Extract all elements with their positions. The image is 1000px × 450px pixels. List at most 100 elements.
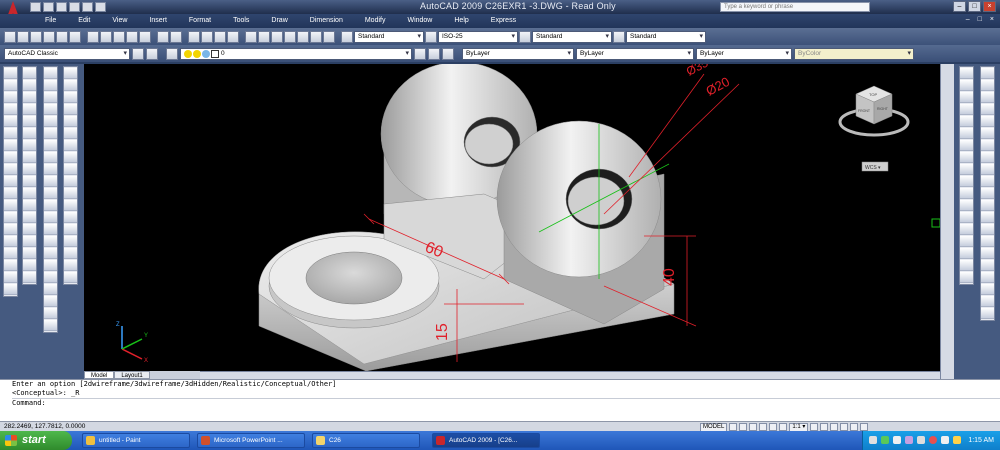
zoom-status-icon[interactable] — [759, 423, 768, 431]
snap-none-icon[interactable] — [981, 224, 994, 235]
steering-wheel-icon[interactable] — [769, 423, 778, 431]
tray-heart-icon[interactable] — [929, 436, 937, 444]
arc-icon[interactable] — [4, 128, 17, 139]
chamfer-icon[interactable] — [23, 224, 36, 235]
explode-icon[interactable] — [23, 248, 36, 259]
planar-surface-icon[interactable] — [44, 176, 57, 187]
box-icon[interactable] — [44, 80, 57, 91]
menu-dimension[interactable]: Dimension — [299, 14, 354, 28]
osnap-settings-icon[interactable] — [981, 236, 994, 247]
command-prompt[interactable]: Command: — [12, 398, 1000, 408]
break-icon[interactable] — [23, 200, 36, 211]
erase-icon[interactable] — [23, 68, 36, 79]
paste-icon[interactable] — [113, 30, 125, 43]
extend-icon[interactable] — [23, 188, 36, 199]
menu-draw[interactable]: Draw — [260, 14, 298, 28]
render-icon[interactable] — [981, 248, 994, 259]
diameter-icon[interactable] — [960, 140, 973, 151]
doc-minimize-button[interactable]: – — [966, 16, 970, 23]
snap-node-icon[interactable] — [981, 200, 994, 211]
drawing-viewport[interactable]: Ø35 Ø20 60 40 15 X Y Z TOP FRONT RIGHT W… — [84, 64, 940, 371]
tray-display-icon[interactable] — [941, 436, 949, 444]
polygon-icon[interactable] — [4, 104, 17, 115]
offset-icon[interactable] — [23, 104, 36, 115]
align-icon[interactable] — [23, 272, 36, 283]
union-icon[interactable] — [44, 248, 57, 259]
auto-scale-icon[interactable] — [820, 423, 829, 431]
spline-icon[interactable] — [4, 164, 17, 175]
status-menu-icon[interactable] — [850, 423, 859, 431]
ellipse-icon[interactable] — [4, 176, 17, 187]
tray-security-icon[interactable] — [881, 436, 889, 444]
se-iso-icon[interactable] — [64, 152, 77, 163]
extrude-icon[interactable] — [44, 188, 57, 199]
zoom-realtime-icon[interactable] — [201, 30, 213, 43]
tab-layout1[interactable]: Layout1 — [114, 371, 150, 379]
intersect-icon[interactable] — [44, 272, 57, 283]
menu-edit[interactable]: Edit — [67, 14, 101, 28]
mirror-icon[interactable] — [23, 92, 36, 103]
task-folder[interactable]: C26 — [312, 433, 420, 448]
region-icon[interactable] — [4, 260, 17, 271]
fillet-icon[interactable] — [23, 236, 36, 247]
radius-icon[interactable] — [960, 116, 973, 127]
lights-icon[interactable] — [981, 272, 994, 283]
ellipse-arc-icon[interactable] — [4, 188, 17, 199]
break-dim-icon[interactable] — [960, 212, 973, 223]
menu-help[interactable]: Help — [443, 14, 479, 28]
pan-status-icon[interactable] — [749, 423, 758, 431]
snap-quadrant-icon[interactable] — [981, 140, 994, 151]
orbit-icon[interactable] — [64, 200, 77, 211]
task-powerpoint[interactable]: Microsoft PowerPoint ... — [197, 433, 305, 448]
quickcalc-icon[interactable] — [310, 30, 322, 43]
scale-icon[interactable] — [23, 152, 36, 163]
layer-properties-icon[interactable] — [166, 47, 178, 60]
print-icon[interactable] — [43, 30, 55, 43]
front-view-icon[interactable] — [64, 116, 77, 127]
redo-tool-icon[interactable] — [170, 30, 182, 43]
viewcube[interactable]: TOP FRONT RIGHT WCS ▾ — [838, 85, 910, 172]
aligned-dim-icon[interactable] — [960, 80, 973, 91]
undo-tool-icon[interactable] — [157, 30, 169, 43]
arc-length-icon[interactable] — [960, 92, 973, 103]
lengthen-icon[interactable] — [23, 260, 36, 271]
join-icon[interactable] — [23, 212, 36, 223]
minimize-button[interactable]: – — [953, 1, 966, 12]
copy-icon[interactable] — [100, 30, 112, 43]
table-icon[interactable] — [4, 272, 17, 283]
tray-device-icon[interactable] — [917, 436, 925, 444]
sweep-icon[interactable] — [44, 212, 57, 223]
linear-dim-icon[interactable] — [960, 68, 973, 79]
tray-alert-icon[interactable] — [953, 436, 961, 444]
snap-midpoint-icon[interactable] — [981, 80, 994, 91]
polysolid-icon[interactable] — [44, 68, 57, 79]
distance-icon[interactable] — [64, 260, 77, 271]
stretch-icon[interactable] — [23, 164, 36, 175]
swivel-icon[interactable] — [64, 248, 77, 259]
trim-icon[interactable] — [23, 176, 36, 187]
snap-extension-icon[interactable] — [981, 116, 994, 127]
mtext-icon[interactable] — [4, 284, 17, 295]
insert-block-icon[interactable] — [4, 200, 17, 211]
snap-tangent-icon[interactable] — [981, 152, 994, 163]
match-properties-icon[interactable] — [126, 30, 138, 43]
presspull-icon[interactable] — [44, 200, 57, 211]
snap-intersection-icon[interactable] — [981, 92, 994, 103]
bottom-view-icon[interactable] — [64, 80, 77, 91]
task-autocad[interactable]: AutoCAD 2009 - [C26... — [432, 433, 540, 448]
tolerance-icon[interactable] — [960, 224, 973, 235]
layer-previous-icon[interactable] — [428, 47, 440, 60]
make-block-icon[interactable] — [4, 212, 17, 223]
loft-icon[interactable] — [44, 236, 57, 247]
cylinder-icon[interactable] — [44, 128, 57, 139]
dim-edit-icon[interactable] — [960, 272, 973, 283]
properties-icon[interactable] — [245, 30, 257, 43]
menu-window[interactable]: Window — [396, 14, 443, 28]
left-view-icon[interactable] — [64, 92, 77, 103]
cone-icon[interactable] — [44, 104, 57, 115]
3d-array-icon[interactable] — [44, 320, 57, 331]
multileader-style-select[interactable]: Standard — [626, 30, 706, 43]
nw-iso-icon[interactable] — [64, 176, 77, 187]
doc-close-button[interactable]: × — [990, 16, 994, 23]
revolve-icon[interactable] — [44, 224, 57, 235]
